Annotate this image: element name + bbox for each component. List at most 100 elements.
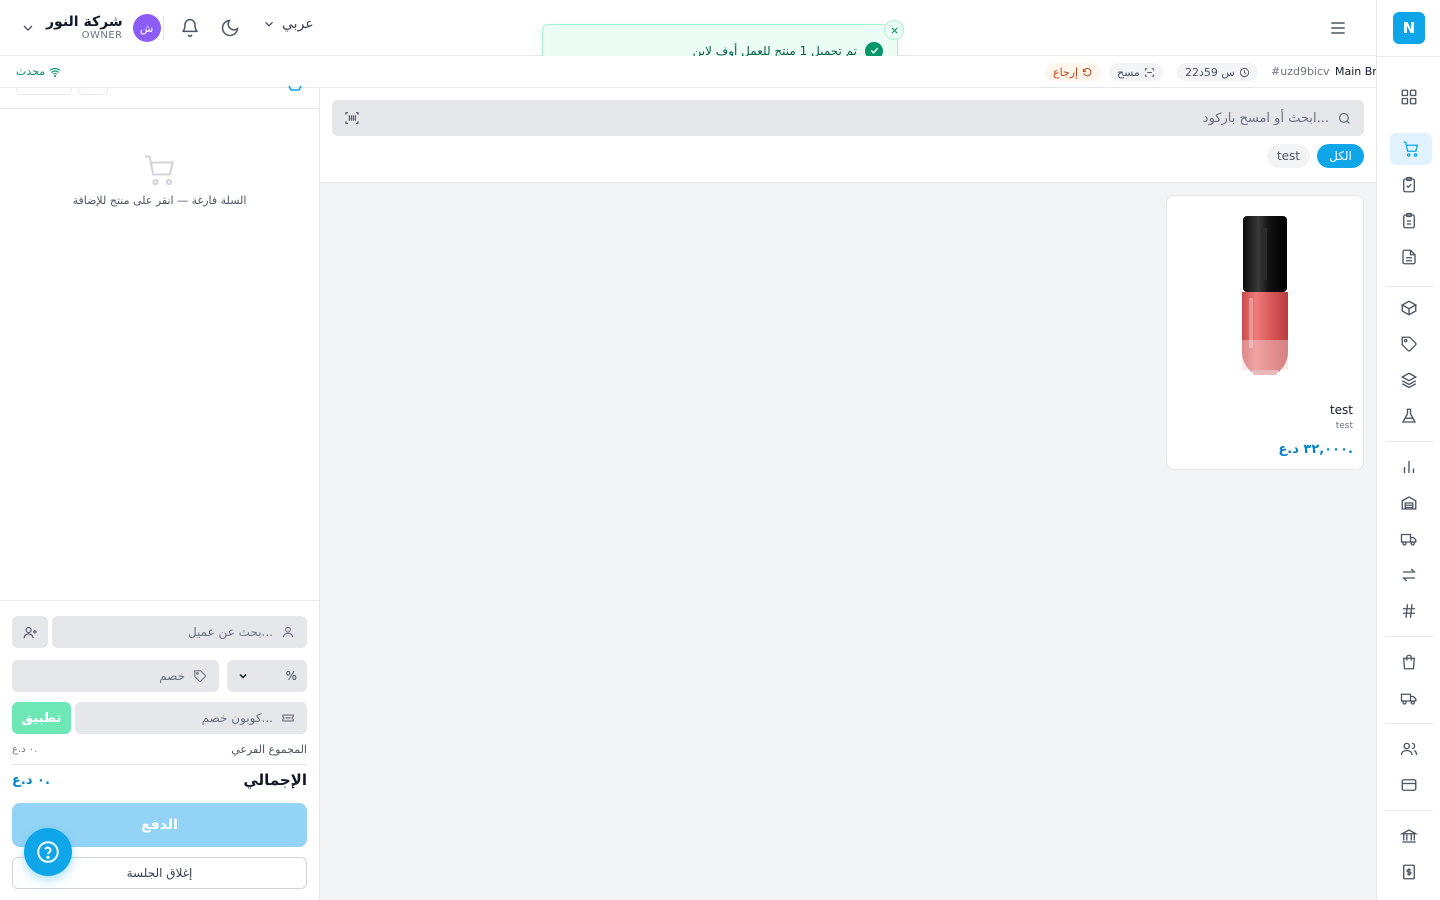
menu-toggle-button[interactable]	[1328, 18, 1348, 38]
product-card[interactable]: test test ٣٢,٠٠٠ د.ع.	[1166, 195, 1364, 470]
sidebar-item-dashboard[interactable]	[1391, 81, 1427, 113]
sidebar-item-serials[interactable]	[1391, 595, 1427, 627]
help-button[interactable]	[24, 828, 72, 876]
return-button[interactable]: إرجاع	[1045, 63, 1102, 81]
session-bar: محدث Main Branch #uzd9bicv 22س 59د مسح إ…	[0, 56, 1376, 88]
subtotal-row: ٠ د.ع. المجموع الفرعي	[12, 743, 307, 756]
sidebar-item-reports[interactable]	[1391, 451, 1427, 483]
sidebar-item-orders[interactable]	[1391, 169, 1427, 201]
sidebar-item-categories[interactable]	[1391, 364, 1427, 396]
sidebar-item-banks[interactable]	[1391, 820, 1427, 852]
hamburger-icon	[1331, 22, 1345, 34]
ticket-icon	[282, 714, 294, 722]
clipboard-check-icon	[1403, 176, 1415, 193]
bar-chart-icon	[1403, 461, 1415, 473]
product-image	[1242, 216, 1288, 375]
wifi-icon	[49, 67, 61, 77]
sidebar-item-products[interactable]	[1391, 292, 1427, 324]
session-id: #uzd9bicv	[1271, 65, 1330, 78]
rail-divider	[1385, 810, 1433, 811]
sidebar-item-purchases[interactable]	[1391, 646, 1427, 678]
rail-divider	[1377, 56, 1440, 57]
sidebar-item-shipping[interactable]	[1391, 523, 1427, 555]
tag-icon	[194, 670, 206, 682]
apply-coupon-button[interactable]: تطبيق	[12, 702, 71, 734]
header-divider	[163, 16, 164, 40]
sidebar-rail: N	[1376, 0, 1440, 900]
delivery-truck-icon	[1400, 693, 1417, 705]
sidebar-item-warehouses[interactable]	[1391, 487, 1427, 519]
sync-status: محدث	[16, 65, 61, 78]
sidebar-item-invoices[interactable]	[1391, 241, 1427, 273]
layers-icon	[1400, 372, 1418, 389]
user-name: شركة النور	[46, 13, 123, 30]
rail-divider	[1385, 723, 1433, 724]
barcode-scan-icon[interactable]	[344, 110, 360, 126]
box-icon	[1400, 300, 1418, 316]
customer-search-input[interactable]: بحث عن عميل...	[52, 616, 307, 648]
dashboard-icon	[1401, 89, 1417, 105]
credit-card-icon	[1401, 779, 1417, 791]
product-search-input[interactable]: ابحث أو امسح باركود...	[332, 100, 1364, 136]
avatar: ش	[132, 14, 161, 42]
sidebar-item-pos[interactable]	[1390, 133, 1432, 165]
shopping-bag-icon	[1403, 654, 1415, 670]
category-pill-test[interactable]: test	[1267, 144, 1310, 168]
user-info: شركة النور OWNER	[46, 13, 123, 42]
cart-toolbar-fragment	[78, 88, 108, 95]
sidebar-item-production[interactable]	[1391, 400, 1427, 432]
app-logo[interactable]: N	[1393, 12, 1425, 44]
cart-icon	[1403, 141, 1419, 157]
cart-header-divider	[0, 108, 319, 109]
language-selector[interactable]: عربي	[262, 16, 314, 32]
cart-toolbar-fragment	[16, 88, 72, 95]
bell-icon	[182, 18, 198, 38]
user-plus-icon	[23, 626, 37, 638]
scan-button[interactable]: مسح	[1109, 63, 1163, 81]
subtotal-label: المجموع الفرعي	[231, 743, 307, 756]
users-icon	[1400, 742, 1418, 756]
rail-divider	[1385, 636, 1433, 637]
sidebar-item-expenses[interactable]	[1391, 856, 1427, 888]
clipboard-icon	[1403, 212, 1415, 229]
discount-placeholder: خصم	[159, 669, 185, 683]
language-label: عربي	[282, 16, 314, 32]
empty-cart-icon	[145, 155, 175, 186]
user-menu[interactable]: شركة النور OWNER ش	[20, 10, 161, 46]
scan-label: مسح	[1117, 65, 1140, 79]
product-filters: ابحث أو امسح باركود... الكل test	[320, 88, 1376, 183]
sidebar-item-suppliers[interactable]	[1391, 682, 1427, 714]
sidebar-item-transfers[interactable]	[1391, 559, 1427, 591]
sync-status-label: محدث	[16, 65, 46, 78]
user-role: OWNER	[81, 30, 123, 42]
receipt-icon	[1403, 864, 1415, 880]
chevron-down-icon	[265, 21, 273, 27]
sidebar-item-tags[interactable]	[1391, 328, 1427, 360]
toast-close-button[interactable]	[884, 20, 904, 40]
add-customer-button[interactable]	[12, 616, 48, 648]
rail-divider	[1385, 441, 1433, 442]
coupon-placeholder: كوبون خصم...	[201, 711, 273, 725]
branch-name: Main Branch	[1335, 65, 1376, 78]
cart-panel: السلة فارغة — انقر على منتج للإضافة بحث …	[0, 85, 320, 900]
sidebar-item-quotes[interactable]	[1391, 205, 1427, 237]
discount-type-value: %	[285, 669, 297, 683]
theme-toggle-button[interactable]	[220, 18, 240, 38]
coupon-input[interactable]: كوبون خصم...	[75, 702, 307, 734]
scan-icon	[1144, 67, 1154, 77]
category-pill-all[interactable]: الكل	[1317, 144, 1364, 168]
sidebar-item-customers[interactable]	[1391, 733, 1427, 765]
total-value: ٠ د.ع.	[12, 772, 50, 788]
rotate-ccw-icon	[1082, 67, 1092, 76]
notifications-button[interactable]	[180, 18, 200, 38]
product-name: test	[1329, 403, 1353, 417]
session-duration: 22س 59د	[1185, 65, 1235, 79]
total-row: ٠ د.ع. الإجمالي	[12, 771, 307, 789]
discount-input[interactable]: خصم	[12, 660, 219, 692]
transfer-icon	[1402, 568, 1416, 582]
empty-cart-message: السلة فارغة — انقر على منتج للإضافة	[72, 194, 247, 207]
close-icon	[890, 26, 898, 34]
bank-icon	[1400, 829, 1418, 843]
sidebar-item-payments[interactable]	[1391, 769, 1427, 801]
discount-type-select[interactable]: %	[227, 660, 307, 692]
